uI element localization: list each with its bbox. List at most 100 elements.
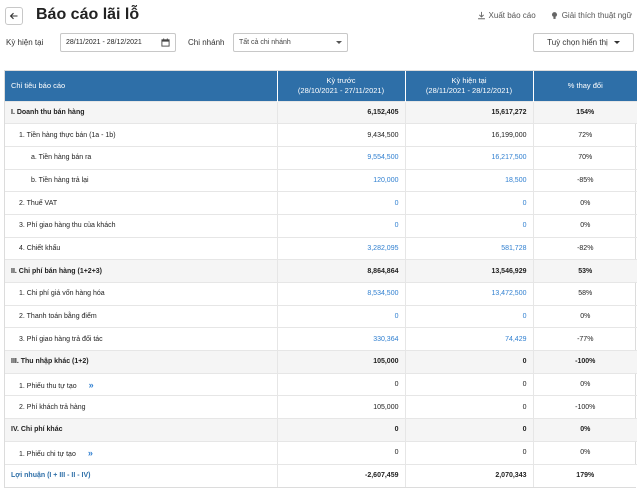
table-row: III. Thu nhập khác (1+2) 105,000 0 -100% — [5, 350, 637, 374]
previous-period-cell-value: 105,000 — [373, 403, 399, 411]
row-label-value: 2. Thuế VAT — [19, 199, 58, 207]
row-label-value: 3. Phí giao hàng thu của khách — [19, 222, 116, 230]
row-label: 1. Tiền hàng thực bán (1a - 1b) — [5, 123, 278, 147]
current-period-cell-value[interactable]: 0 — [523, 313, 527, 320]
previous-period-title: Kỳ trước — [326, 75, 356, 85]
current-period-cell: 13,546,929 — [405, 259, 534, 283]
previous-period-cell[interactable]: 9,554,500 — [277, 145, 406, 170]
change-percent-cell: 72% — [533, 123, 637, 147]
change-percent-cell: 0% — [533, 440, 637, 464]
row-label-value: 1. Phiếu chi tự tạo — [19, 450, 76, 458]
glossary-button[interactable]: Giải thích thuật ngữ — [550, 11, 632, 20]
row-label-value: b. Tiền hàng trả lại — [31, 176, 89, 184]
previous-period-cell: 0 — [277, 418, 406, 442]
caret-down-icon — [613, 41, 620, 44]
table-row: 2. Thanh toán bằng điểm 0 0 0% — [5, 304, 637, 328]
change-percent-cell-value: -100% — [575, 358, 596, 366]
change-percent-cell-value: 70% — [578, 154, 593, 162]
bulb-icon — [551, 12, 557, 19]
change-percent-cell-value: -77% — [577, 335, 594, 343]
change-percent-cell-value: 0% — [580, 426, 591, 434]
current-period-cell-value[interactable]: 16,217,500 — [491, 154, 526, 161]
previous-period-cell-value[interactable]: 0 — [395, 222, 399, 229]
period-date-picker[interactable]: 28/11/2021 - 28/12/2021 — [60, 33, 176, 52]
row-label-value: III. Thu nhập khác (1+2) — [11, 358, 89, 366]
current-period-cell[interactable]: 74,429 — [405, 327, 534, 351]
chevron-down-icon — [336, 41, 342, 44]
current-period-cell-value[interactable]: 13,472,500 — [491, 290, 526, 297]
top-bar: Báo cáo lãi lỗ Xuất báo cáo Giải thích t… — [0, 0, 640, 32]
table-row: II. Chi phí bán hàng (1+2+3) 8,864,864 13,… — [5, 259, 637, 283]
current-period-cell[interactable]: 13,472,500 — [405, 282, 534, 306]
previous-period-cell[interactable]: 0 — [277, 213, 406, 238]
previous-period-cell-value[interactable]: 0 — [395, 200, 399, 207]
previous-period-cell: 0 — [277, 372, 406, 396]
current-period-cell-value[interactable]: 74,429 — [505, 336, 526, 343]
change-percent-cell: 0% — [533, 191, 637, 215]
row-label-value: 1. Chi phí giá vốn hàng hóa — [19, 290, 105, 298]
table-header-row: Chỉ tiêu báo cáo Kỳ trước (28/10/2021 - … — [5, 71, 637, 101]
current-period-cell-value[interactable]: 0 — [523, 200, 527, 207]
previous-period-cell[interactable]: 120,000 — [277, 168, 406, 192]
current-period-cell[interactable]: 18,500 — [405, 168, 534, 192]
expand-chevron-icon[interactable]: » — [88, 448, 93, 458]
total-row: Lợi nhuận (I + III - II - IV) -2,607,459 2… — [5, 463, 637, 487]
current-period-cell-value: 0 — [522, 381, 527, 389]
change-percent-cell-value: 0% — [580, 381, 591, 389]
row-label-value: 4. Chiết khấu — [19, 244, 61, 252]
current-period-cell-value[interactable]: 18,500 — [505, 177, 526, 184]
previous-period-cell-value[interactable]: 9,554,500 — [367, 154, 398, 161]
view-options-button[interactable]: Tuỳ chọn hiển thị — [533, 33, 634, 52]
previous-period-cell[interactable]: 330,364 — [277, 327, 406, 351]
row-label: 2. Phí khách trả hàng — [5, 395, 278, 419]
row-label: 3. Phí giao hàng thu của khách — [5, 213, 278, 238]
branch-select[interactable]: Tất cả chi nhánh — [233, 33, 348, 52]
current-period-cell[interactable]: 581,728 — [405, 236, 534, 260]
back-button[interactable] — [5, 7, 23, 25]
row-label-value: 2. Phí khách trả hàng — [19, 403, 86, 411]
change-percent-cell: -100% — [533, 395, 637, 419]
previous-period-cell: 0 — [277, 440, 406, 464]
previous-period-range: (28/10/2021 - 27/11/2021) — [297, 85, 385, 95]
expand-chevron-icon[interactable]: » — [89, 380, 94, 390]
previous-period-cell[interactable]: 0 — [277, 191, 406, 215]
current-period-cell[interactable]: 16,217,500 — [405, 145, 534, 170]
previous-period-cell-value[interactable]: 120,000 — [373, 177, 398, 184]
previous-period-cell-value[interactable]: 330,364 — [373, 336, 398, 343]
row-label-value: 1. Phiếu thu tự tạo — [19, 382, 77, 390]
previous-period-cell-value[interactable]: 8,534,500 — [367, 290, 398, 297]
current-period-cell[interactable]: 0 — [405, 191, 534, 215]
current-period-cell[interactable]: 0 — [405, 213, 534, 238]
branch-label: Chi nhánh — [188, 38, 225, 47]
previous-period-cell[interactable]: 0 — [277, 304, 406, 328]
row-label: 1. Chi phí giá vốn hàng hóa — [5, 282, 278, 306]
period-value: 28/11/2021 - 28/12/2021 — [66, 39, 142, 46]
current-period-cell-value[interactable]: 0 — [523, 222, 527, 229]
change-percent-cell-value: -85% — [577, 176, 594, 184]
total-change-cell: 179% — [533, 463, 637, 487]
previous-period-cell-value: 8,864,864 — [367, 267, 399, 275]
previous-period-cell[interactable]: 3,282,095 — [277, 236, 406, 260]
table-row: 2. Phí khách trả hàng 105,000 0 -100% — [5, 395, 637, 419]
table-row: 1. Phiếu chi tự tạo » 0 0 0% — [5, 440, 637, 464]
view-options-label: Tuỳ chọn hiển thị — [547, 38, 608, 47]
current-period-cell-value[interactable]: 581,728 — [501, 245, 526, 252]
export-report-button[interactable]: Xuất báo cáo — [477, 11, 536, 20]
table-row: 2. Thuế VAT 0 0 0% — [5, 191, 637, 215]
previous-period-cell[interactable]: 8,534,500 — [277, 282, 406, 306]
current-period-cell-value: 0 — [522, 426, 527, 434]
table-row: 1. Tiền hàng thực bán (1a - 1b) 9,434,500… — [5, 123, 637, 147]
previous-period-cell-value[interactable]: 3,282,095 — [367, 245, 398, 252]
current-period-cell[interactable]: 0 — [405, 304, 534, 328]
total-previous-cell: -2,607,459 — [277, 463, 406, 487]
current-period-title: Kỳ hiện tại — [451, 75, 487, 85]
current-period-cell: 0 — [405, 350, 534, 374]
arrow-left-icon — [9, 12, 18, 20]
previous-period-cell: 105,000 — [277, 350, 406, 374]
current-period-cell: 15,617,272 — [405, 100, 534, 124]
table-row: b. Tiền hàng trả lại 120,000 18,500 -85% — [5, 168, 637, 192]
current-period-cell: 0 — [405, 418, 534, 442]
previous-period-cell-value[interactable]: 0 — [395, 313, 399, 320]
total-previous-cell-value: -2,607,459 — [365, 472, 399, 480]
row-label: 3. Phí giao hàng trả đối tác — [5, 327, 278, 351]
